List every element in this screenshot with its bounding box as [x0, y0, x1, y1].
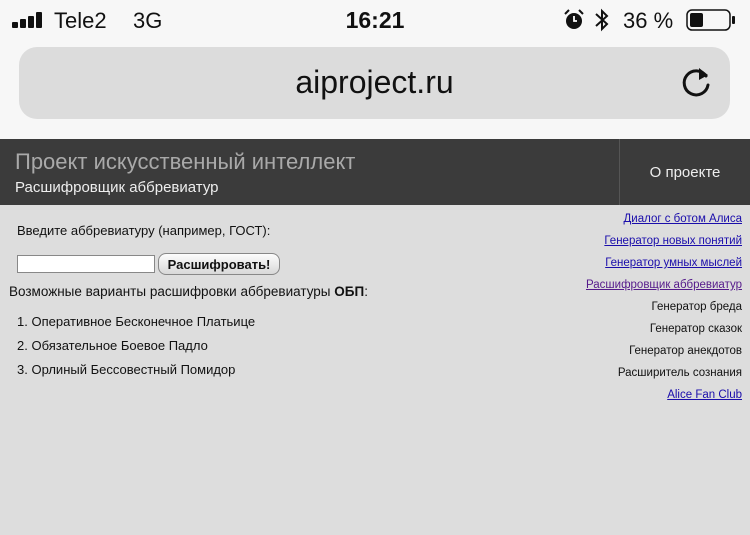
sidebar-item-joke-generator: Генератор анекдотов: [629, 345, 742, 357]
sidebar-item-tale-generator: Генератор сказок: [649, 323, 742, 335]
sidebar-nav: Диалог с ботом Алиса Генератор новых пон…: [582, 212, 742, 410]
results-heading-colon: :: [364, 284, 368, 299]
sidebar-item-thought-generator[interactable]: Генератор умных мыслей: [582, 256, 742, 271]
sidebar-item-concept-generator[interactable]: Генератор новых понятий: [582, 234, 742, 249]
battery-icon: [686, 9, 735, 31]
about-link[interactable]: О проекте: [620, 164, 750, 181]
bluetooth-icon: [595, 8, 609, 32]
site-header: Проект искусственный интеллект Расшифров…: [0, 139, 750, 205]
sidebar-item-mind-expander: Расширитель сознания: [617, 367, 742, 379]
input-prompt: Введите аббревиатуру (например, ГОСТ):: [17, 223, 271, 238]
result-item: 1. Оперативное Бесконечное Платьице: [17, 314, 256, 329]
results-list: 1. Оперативное Бесконечное Платьице 2. О…: [17, 314, 255, 386]
result-item: 2. Обязательное Боевое Падло: [17, 338, 208, 353]
sidebar-item-alice-fan-club[interactable]: Alice Fan Club: [582, 388, 742, 403]
site-subtitle: Расшифровщик аббревиатур: [15, 179, 219, 196]
main-content: Введите аббревиатуру (например, ГОСТ): Р…: [0, 205, 750, 535]
site-title: Проект искусственный интеллект: [15, 149, 356, 174]
address-bar[interactable]: aiproject.ru: [19, 47, 730, 119]
abbreviation-text: ОБП: [334, 284, 365, 299]
results-heading: Возможные варианты расшифровки аббревиат…: [9, 284, 368, 299]
abbreviation-input[interactable]: [17, 255, 155, 273]
alarm-icon: [564, 9, 584, 29]
sidebar-item-abbr-decoder[interactable]: Расшифровщик аббревиатур: [582, 278, 742, 293]
sidebar-item-nonsense-generator: Генератор бреда: [651, 301, 743, 313]
results-heading-text: Возможные варианты расшифровки аббревиат…: [9, 284, 335, 299]
reload-icon[interactable]: [678, 65, 714, 101]
status-bar: Tele2 3G 16:21 36 %: [0, 0, 750, 40]
sidebar-item-alice-dialog[interactable]: Диалог с ботом Алиса: [582, 212, 743, 227]
battery-percent: 36 %: [623, 8, 674, 33]
decode-button[interactable]: Расшифровать!: [158, 253, 280, 275]
result-item: 3. Орлиный Бессовестный Помидор: [17, 362, 236, 377]
url-text[interactable]: aiproject.ru: [19, 64, 730, 101]
